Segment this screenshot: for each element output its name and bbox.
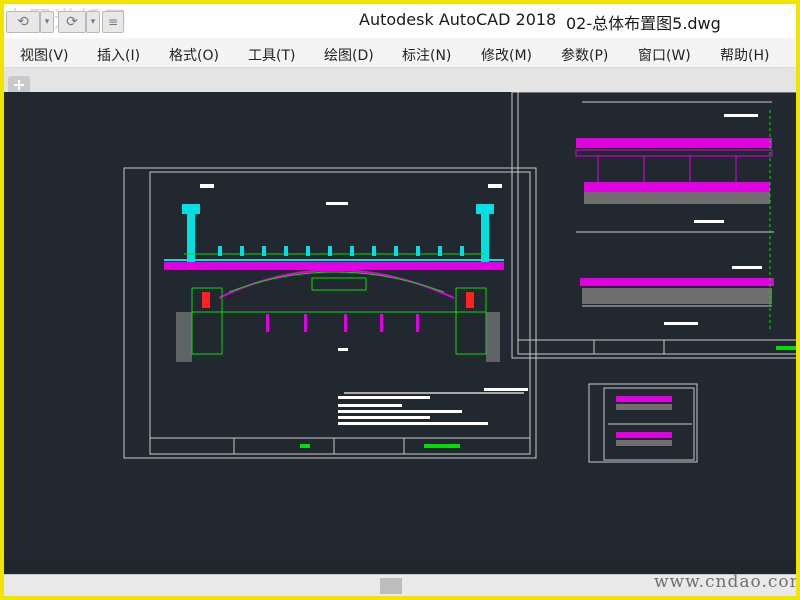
menu-tools[interactable]: 工具(T) xyxy=(248,45,295,65)
bridge-section-drawing xyxy=(575,101,796,350)
small-sheet-drawing xyxy=(608,396,692,446)
menu-parametric[interactable]: 参数(P) xyxy=(561,45,608,65)
menu-dimension[interactable]: 标注(N) xyxy=(402,45,451,65)
bridge-elevation-drawing xyxy=(164,184,528,448)
redo-button[interactable]: ⟳ xyxy=(58,11,86,33)
menu-bar: 视图(V) 插入(I) 格式(O) 工具(T) 绘图(D) 标注(N) 修改(M… xyxy=(4,38,796,68)
chevron-down-icon: ▾ xyxy=(90,17,96,27)
sheet-frame-right xyxy=(511,91,796,359)
undo-arrow-icon: ⟲ xyxy=(17,14,29,30)
menu-insert[interactable]: 插入(I) xyxy=(97,45,140,65)
autocad-window: 中国道桥网 ⟲ ▾ ⟳ ▾ ≡ Autodesk AutoCAD 2018 02… xyxy=(4,4,796,596)
menu-window[interactable]: 窗口(W) xyxy=(638,45,691,65)
menu-help[interactable]: 帮助(H) xyxy=(720,45,769,65)
redo-dropdown-button[interactable]: ▾ xyxy=(86,11,100,33)
watermark-bottom: www.cndao.com xyxy=(654,572,796,592)
undo-button[interactable]: ⟲ xyxy=(6,11,40,33)
chevron-down-icon: ▾ xyxy=(44,17,50,27)
undo-dropdown-button[interactable]: ▾ xyxy=(40,11,54,33)
sheet-frame-small xyxy=(588,383,698,463)
menu-view[interactable]: 视图(V) xyxy=(20,45,69,65)
menu-lines-icon: ≡ xyxy=(107,15,119,29)
app-title: Autodesk AutoCAD 2018 xyxy=(359,10,557,29)
customize-toolbar-button[interactable]: ≡ xyxy=(102,11,124,33)
title-bar: 中国道桥网 ⟲ ▾ ⟳ ▾ ≡ Autodesk AutoCAD 2018 02… xyxy=(4,4,796,38)
menu-format[interactable]: 格式(O) xyxy=(169,45,219,65)
menu-draw[interactable]: 绘图(D) xyxy=(324,45,374,65)
drawing-canvas[interactable] xyxy=(4,87,796,581)
redo-arrow-icon: ⟳ xyxy=(66,14,78,30)
scrollbar-thumb[interactable] xyxy=(380,578,402,594)
menu-modify[interactable]: 修改(M) xyxy=(481,45,532,65)
cad-drawing xyxy=(123,87,796,581)
file-title: 02-总体布置图5.dwg xyxy=(566,14,721,33)
